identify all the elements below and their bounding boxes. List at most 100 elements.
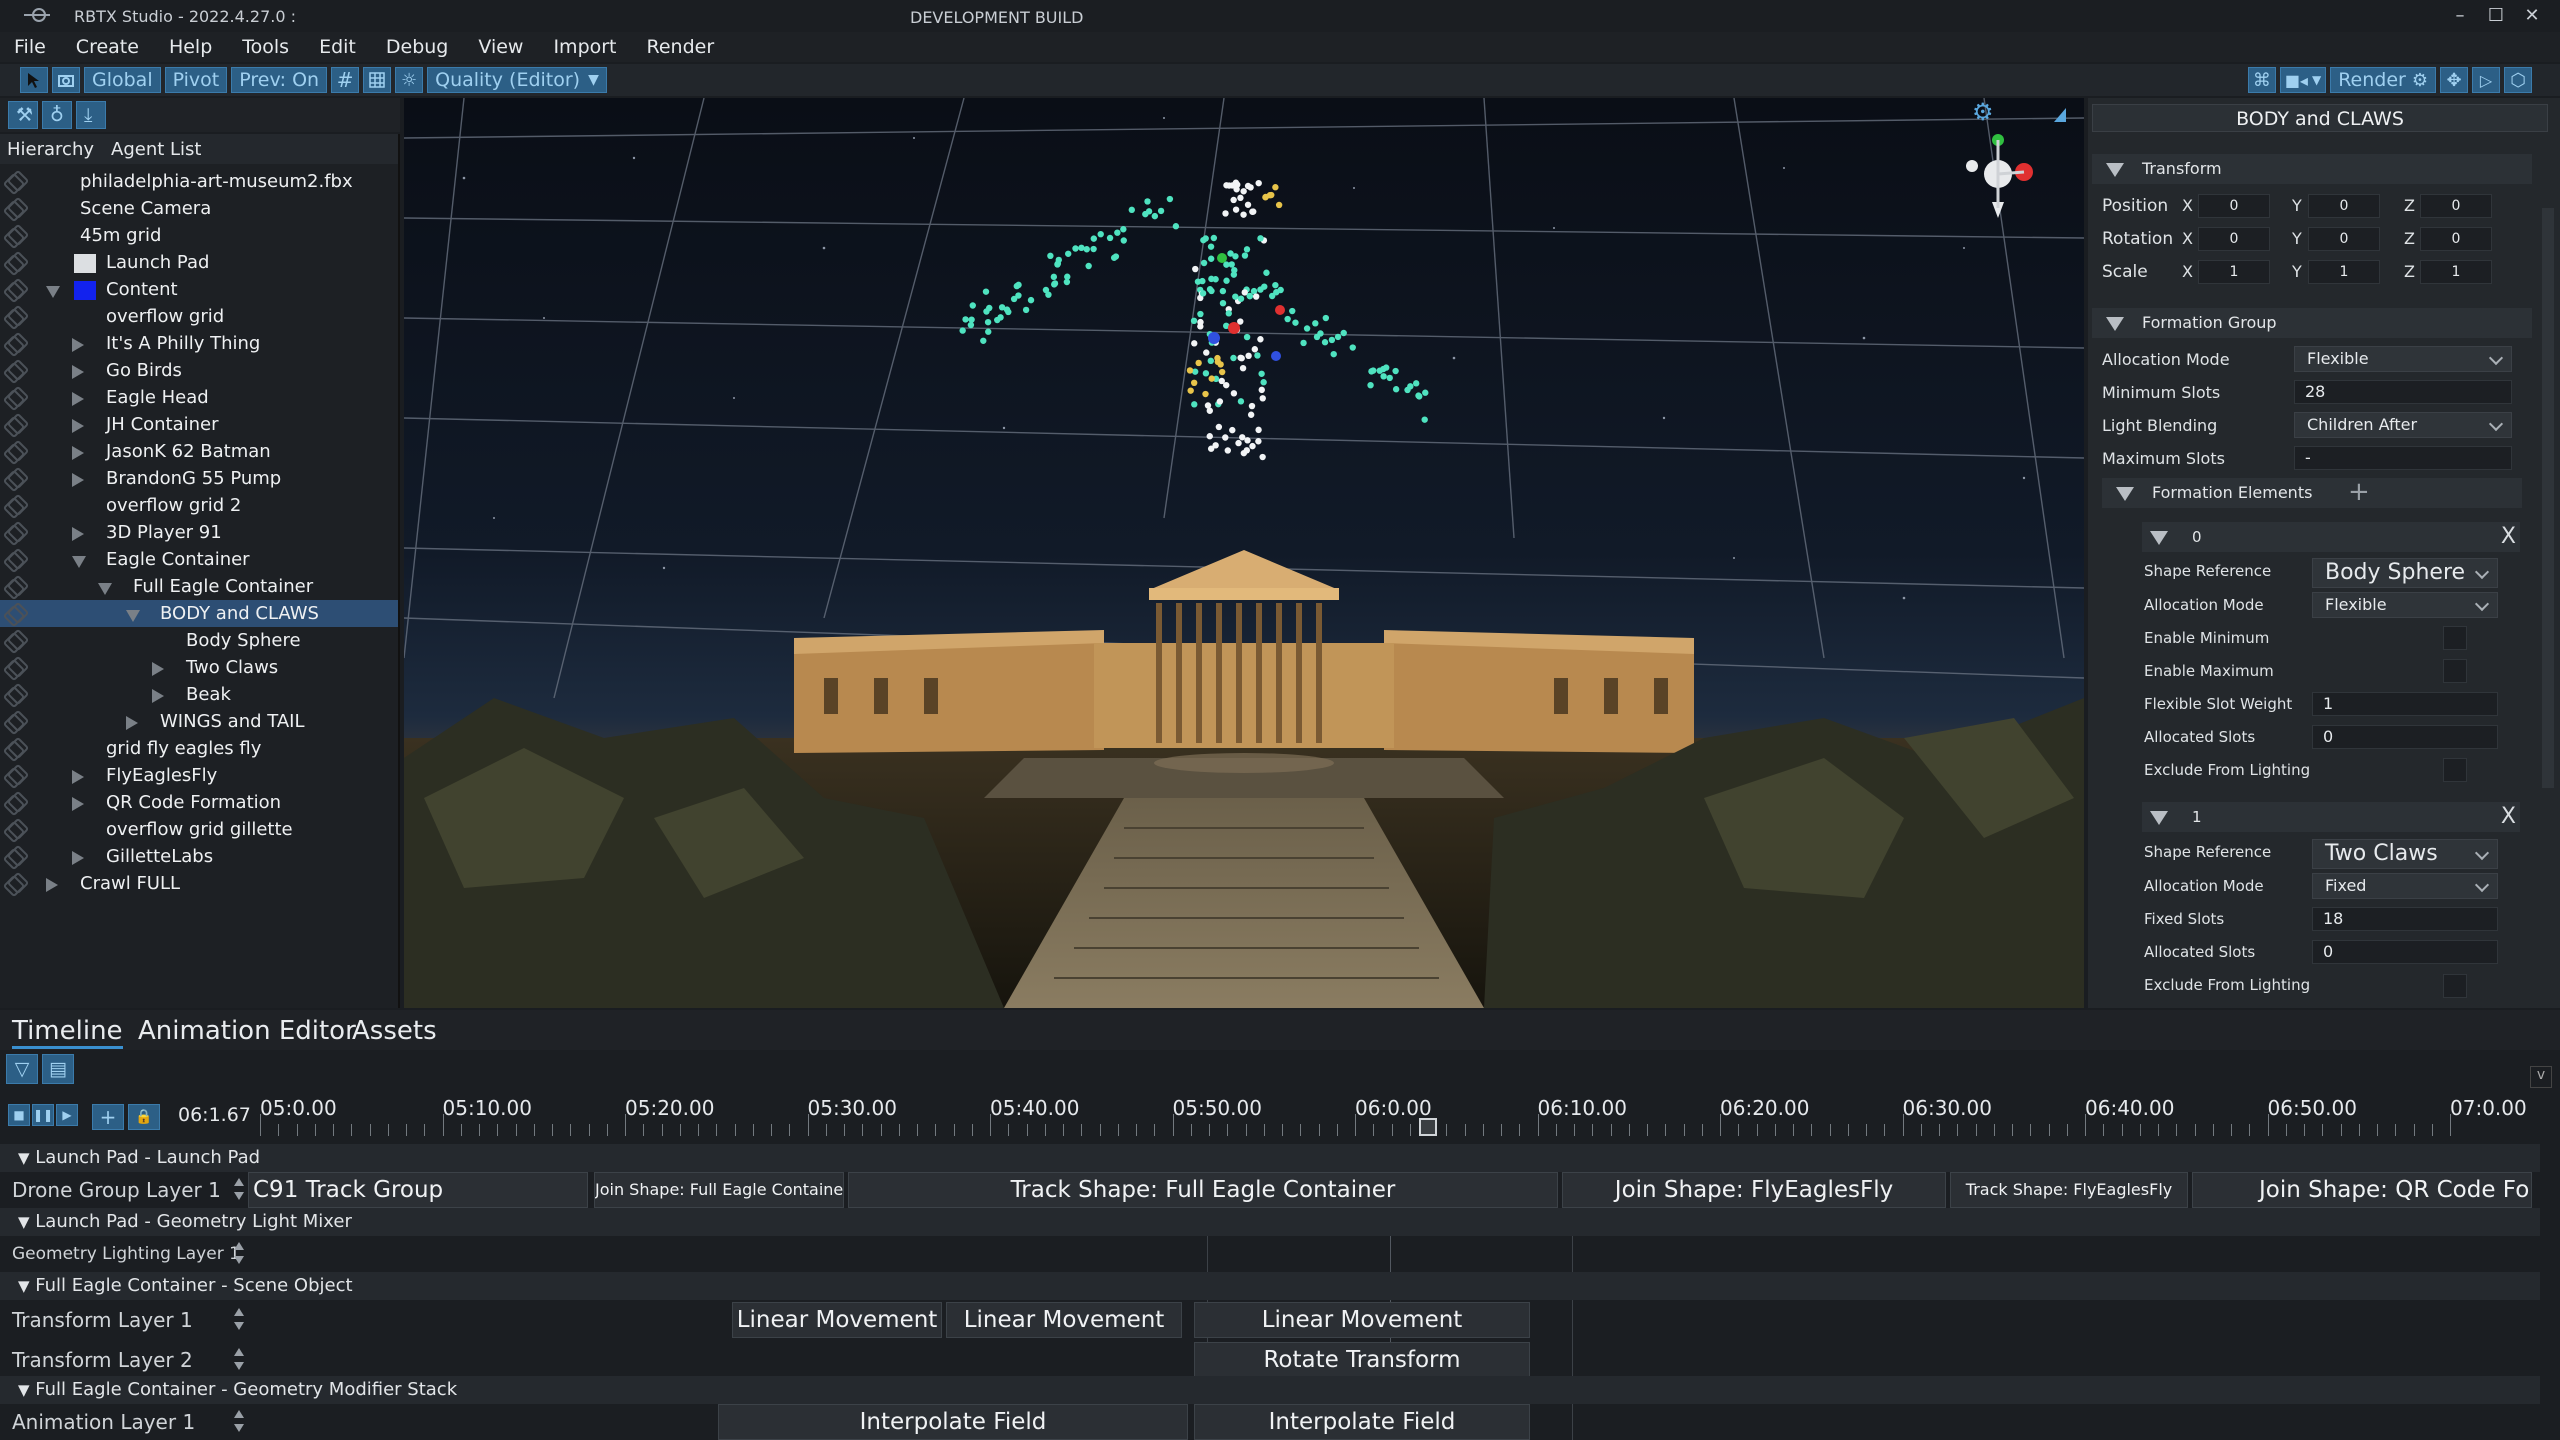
close-icon[interactable]: ✕ xyxy=(2514,0,2550,32)
expand-arrow-icon[interactable] xyxy=(72,365,84,379)
tree-item[interactable]: It's A Philly Thing xyxy=(0,330,398,357)
expand-arrow-icon[interactable] xyxy=(72,770,84,784)
collapse-timeline-icon[interactable]: v xyxy=(2530,1066,2552,1088)
color-swatch[interactable] xyxy=(74,254,96,273)
track-group-header[interactable]: ▼ Launch Pad - Launch Pad xyxy=(0,1144,2540,1172)
import-button[interactable]: ⤓ xyxy=(76,101,106,129)
tree-item[interactable]: Crawl FULL xyxy=(0,870,398,897)
scale-y-input[interactable]: 1 xyxy=(2308,260,2380,284)
tree-item[interactable]: Two Claws xyxy=(0,654,398,681)
visibility-icon[interactable] xyxy=(2,390,24,406)
exclude-from-lighting-checkbox[interactable] xyxy=(2443,758,2467,782)
collapse-arrow-icon[interactable]: ▼ xyxy=(18,1381,30,1399)
collapse-arrow-icon[interactable] xyxy=(2150,531,2168,545)
menu-view[interactable]: View xyxy=(478,36,523,58)
filter-button[interactable]: ▽ xyxy=(6,1054,38,1084)
tree-item[interactable]: Launch Pad xyxy=(0,249,398,276)
visibility-icon[interactable] xyxy=(2,444,24,460)
time-ruler[interactable]: 05:0.00 05:10.00 05:20.00 05:30.00 05:40.00 0… xyxy=(260,1096,2530,1146)
select-tool-button[interactable] xyxy=(20,67,48,93)
3d-viewport[interactable]: ⚙ xyxy=(404,98,2084,1008)
scale-z-input[interactable]: 1 xyxy=(2420,260,2492,284)
remove-element-icon[interactable]: X xyxy=(2501,802,2516,832)
expand-arrow-icon[interactable] xyxy=(126,610,140,622)
visibility-icon[interactable] xyxy=(2,363,24,379)
layers-button[interactable]: ▤ xyxy=(42,1054,74,1084)
tree-item[interactable]: Full Eagle Container xyxy=(0,573,398,600)
tree-item[interactable]: FlyEaglesFly xyxy=(0,762,398,789)
expand-arrow-icon[interactable] xyxy=(72,392,84,406)
menu-import[interactable]: Import xyxy=(553,36,616,58)
tab-timeline[interactable]: Timeline xyxy=(12,1016,123,1049)
lock-button[interactable]: 🔒 xyxy=(128,1104,160,1130)
expand-arrow-icon[interactable] xyxy=(72,556,86,568)
timeline-clip[interactable]: Track Shape: FlyEaglesFly xyxy=(1950,1172,2188,1208)
collapse-arrow-icon[interactable] xyxy=(2116,487,2134,501)
position-y-input[interactable]: 0 xyxy=(2308,194,2380,218)
rotation-z-input[interactable]: 0 xyxy=(2420,227,2492,251)
tree-item[interactable]: grid fly eagles fly xyxy=(0,735,398,762)
expand-arrow-icon[interactable] xyxy=(72,419,84,433)
menu-file[interactable]: File xyxy=(14,36,46,58)
remove-element-icon[interactable]: X xyxy=(2501,522,2516,552)
menu-help[interactable]: Help xyxy=(169,36,212,58)
tree-item-selected[interactable]: BODY and CLAWS xyxy=(0,600,398,627)
visibility-icon[interactable] xyxy=(2,687,24,703)
fixed-slots-input[interactable]: 18 xyxy=(2312,907,2498,931)
enable-minimum-checkbox[interactable] xyxy=(2443,626,2467,650)
visibility-icon[interactable] xyxy=(2,822,24,838)
visibility-icon[interactable] xyxy=(2,471,24,487)
layer-stepper[interactable] xyxy=(232,1406,246,1436)
play-export-button[interactable]: ▷ xyxy=(2472,67,2500,93)
visibility-icon[interactable] xyxy=(2,228,24,244)
visibility-icon[interactable] xyxy=(2,849,24,865)
visibility-icon[interactable] xyxy=(2,255,24,271)
tree-item[interactable]: overflow grid xyxy=(0,303,398,330)
layer-stepper[interactable] xyxy=(232,1174,246,1204)
flexible-slot-weight-input[interactable]: 1 xyxy=(2312,692,2498,716)
tree-item[interactable]: Go Birds xyxy=(0,357,398,384)
play-button[interactable]: ▶ xyxy=(56,1104,78,1126)
expand-arrow-icon[interactable] xyxy=(152,689,164,703)
pause-button[interactable]: ❚❚ xyxy=(32,1104,54,1126)
tab-agent-list[interactable]: Agent List xyxy=(111,139,201,160)
allocated-slots-input[interactable]: 0 xyxy=(2312,725,2498,749)
formation-element-0-header[interactable]: 0 X xyxy=(2142,522,2520,552)
tab-hierarchy[interactable]: Hierarchy xyxy=(7,139,94,160)
timeline-clip[interactable]: Join Shape: FlyEaglesFly xyxy=(1562,1172,1946,1208)
enable-maximum-checkbox[interactable] xyxy=(2443,659,2467,683)
rotation-x-input[interactable]: 0 xyxy=(2198,227,2270,251)
rotation-y-input[interactable]: 0 xyxy=(2308,227,2380,251)
maximize-icon[interactable]: ☐ xyxy=(2478,0,2514,32)
drone-view-button[interactable]: ⌘ xyxy=(2247,67,2276,93)
track-group-header[interactable]: ▼ Full Eagle Container - Geometry Modifi… xyxy=(0,1376,2540,1404)
visibility-icon[interactable] xyxy=(2,201,24,217)
allocation-mode-dropdown[interactable]: Flexible xyxy=(2294,346,2512,372)
tree-item[interactable]: Beak xyxy=(0,681,398,708)
visibility-icon[interactable] xyxy=(2,795,24,811)
expand-arrow-icon[interactable] xyxy=(98,583,112,595)
transform-section-header[interactable]: Transform xyxy=(2092,154,2532,184)
add-element-icon[interactable]: + xyxy=(2348,478,2370,506)
visibility-icon[interactable] xyxy=(2,525,24,541)
shape-reference-dropdown[interactable]: Two Claws xyxy=(2312,839,2498,869)
expand-arrow-icon[interactable] xyxy=(72,527,84,541)
visibility-icon[interactable] xyxy=(2,768,24,784)
visibility-icon[interactable] xyxy=(2,741,24,757)
inspector-scrollbar[interactable] xyxy=(2542,208,2554,788)
tree-item[interactable]: 3D Player 91 xyxy=(0,519,398,546)
visibility-icon[interactable] xyxy=(2,633,24,649)
timeline-clip[interactable]: Join Shape: Full Eagle Container xyxy=(594,1172,844,1208)
move-button[interactable]: ✥ xyxy=(2440,67,2468,93)
tree-item[interactable]: QR Code Formation xyxy=(0,789,398,816)
menu-render[interactable]: Render xyxy=(647,36,715,58)
timeline-clip[interactable]: Interpolate Field xyxy=(718,1404,1188,1440)
layer-stepper[interactable] xyxy=(232,1304,246,1334)
playhead-handle[interactable] xyxy=(1419,1118,1437,1136)
add-light-button[interactable]: ♁ xyxy=(42,101,72,129)
tree-item[interactable]: BrandonG 55 Pump xyxy=(0,465,398,492)
viewport-settings-icon[interactable]: ⚙ xyxy=(1972,98,1994,126)
formation-elements-section-header[interactable]: Formation Elements + xyxy=(2102,478,2522,508)
expand-arrow-icon[interactable] xyxy=(72,473,84,487)
render-button[interactable]: Render ⚙ xyxy=(2330,67,2436,93)
